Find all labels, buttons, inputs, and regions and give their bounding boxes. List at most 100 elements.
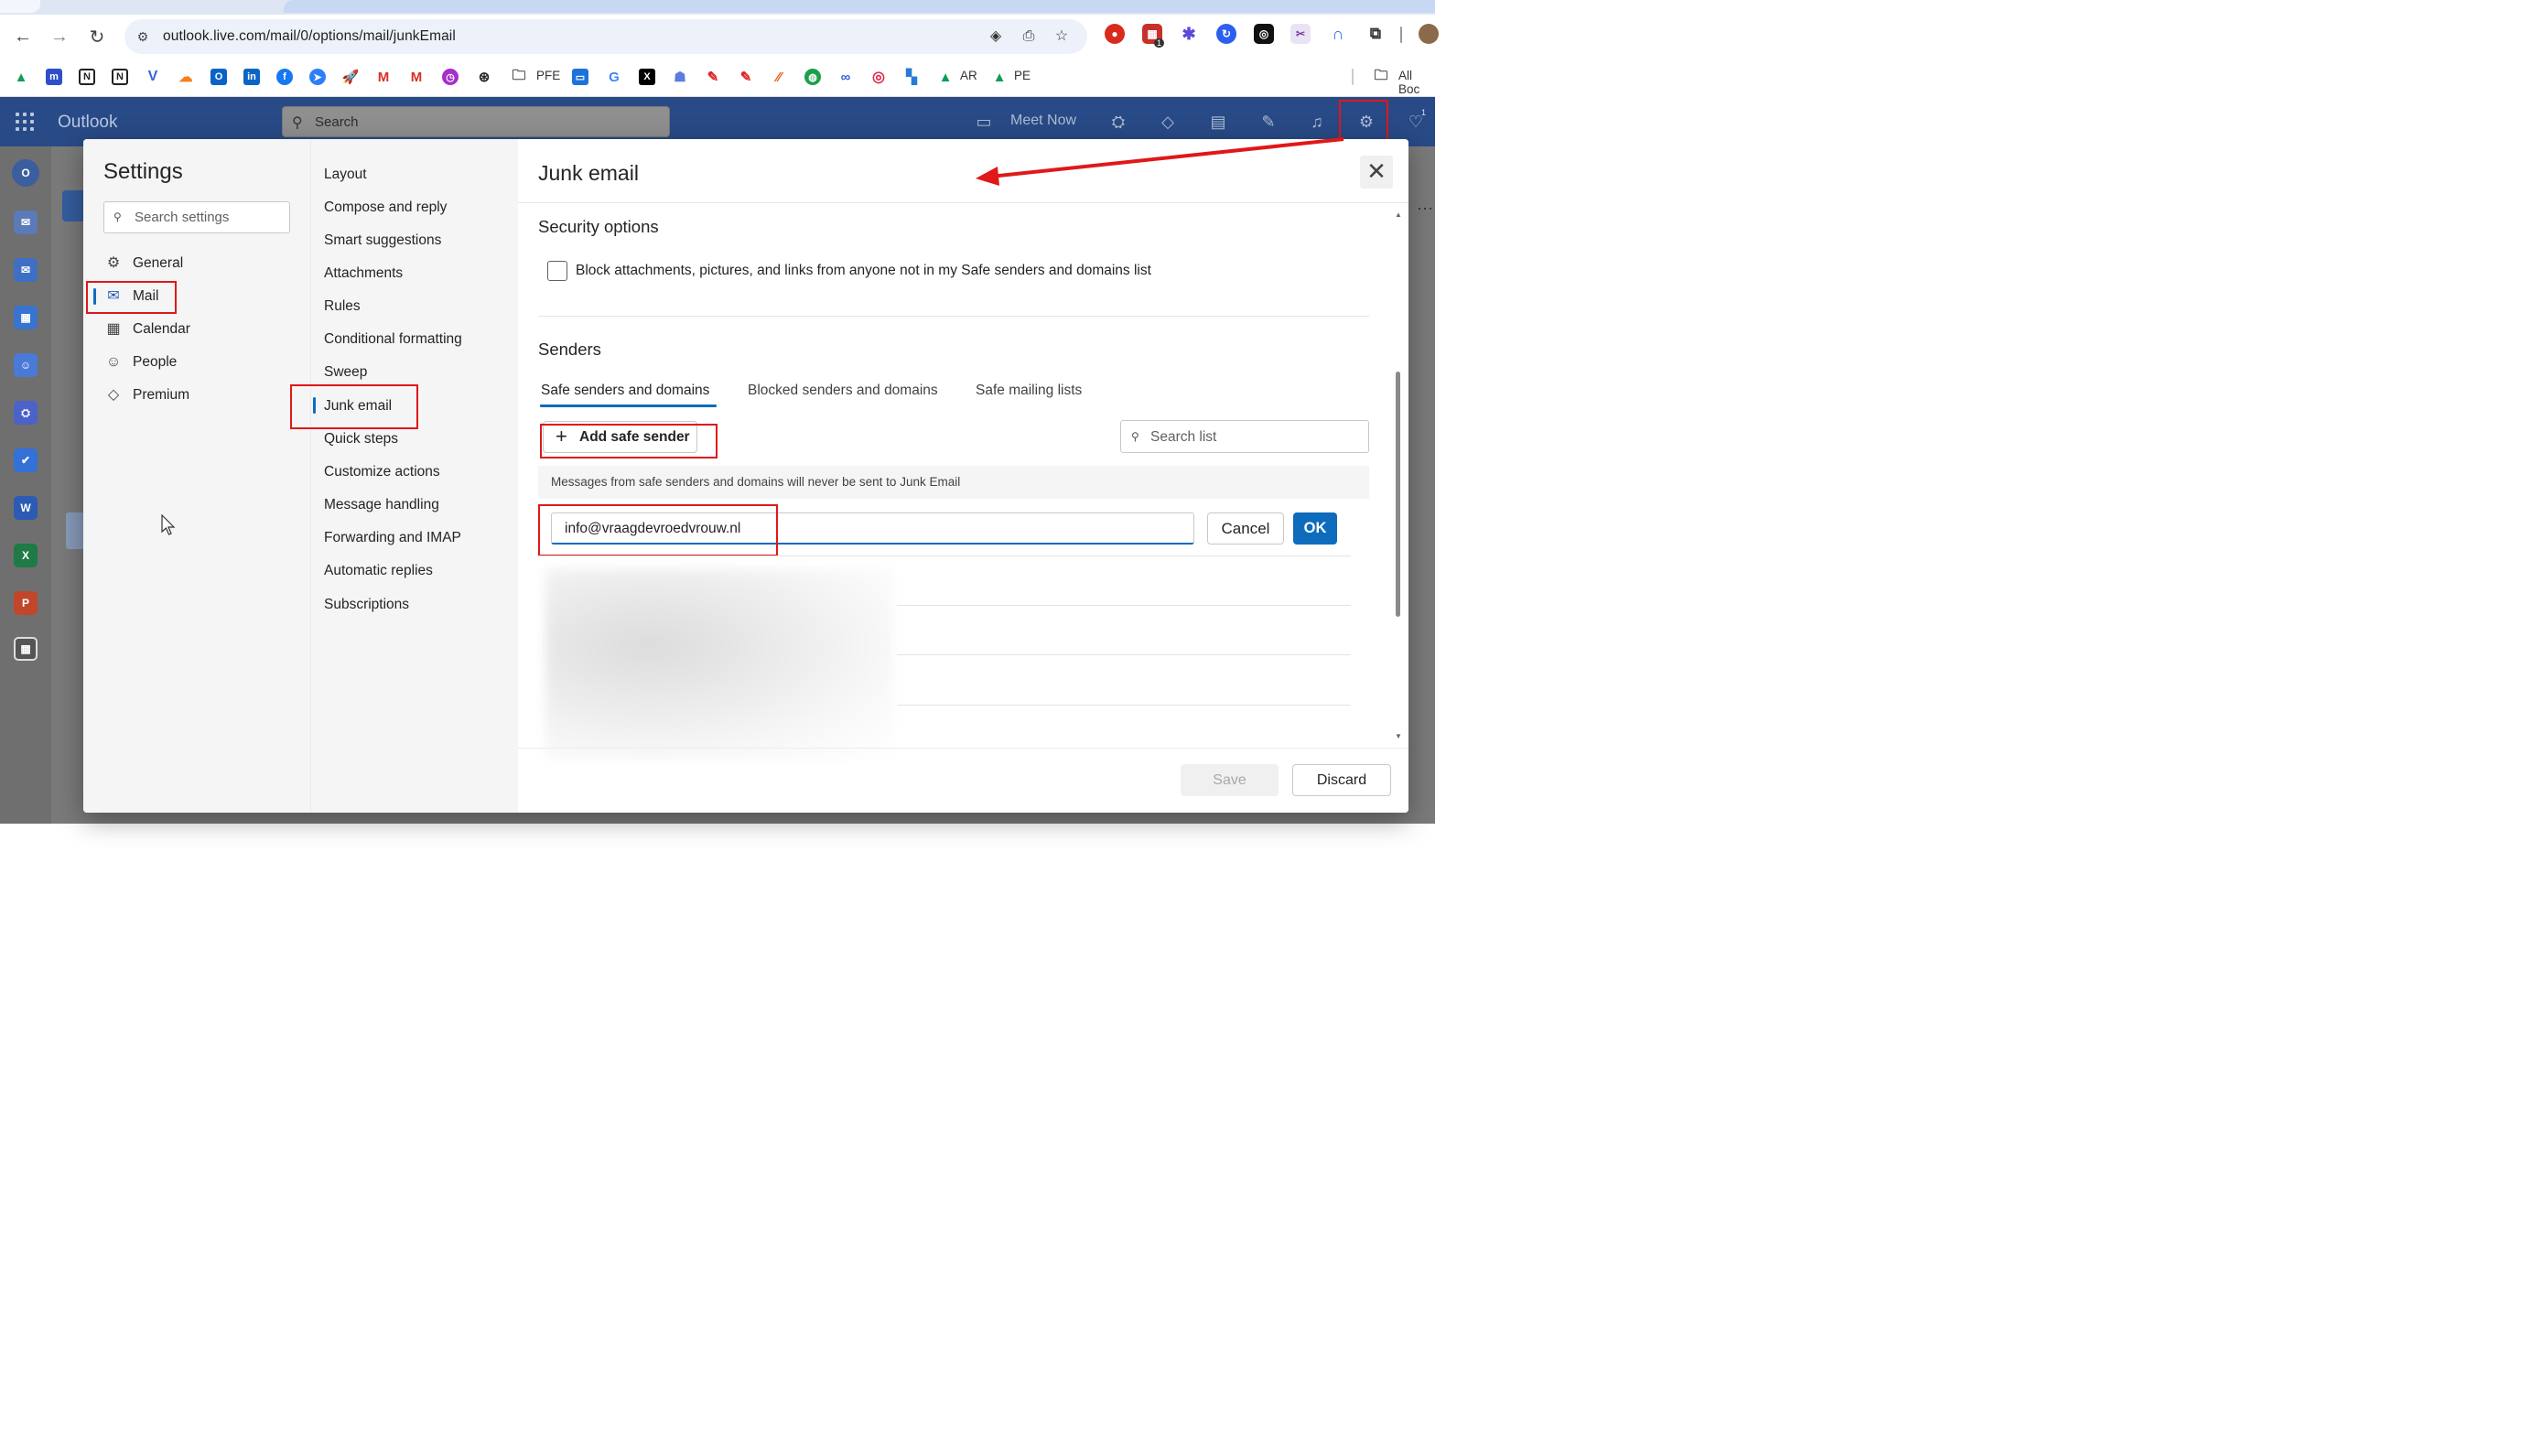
excel-icon[interactable]: X bbox=[14, 544, 38, 567]
google-bookmark-icon[interactable]: G bbox=[606, 69, 622, 85]
tab-blocked-senders[interactable]: Blocked senders and domains bbox=[748, 383, 938, 399]
notion2-bookmark-icon[interactable]: N bbox=[112, 69, 128, 85]
scrollbar-thumb[interactable] bbox=[1396, 372, 1400, 617]
save-button[interactable]: Save bbox=[1181, 764, 1279, 796]
gmail2-bookmark-icon[interactable]: M bbox=[408, 69, 425, 85]
adblock-extension-icon[interactable]: ● bbox=[1105, 24, 1125, 44]
rocket-bookmark-icon[interactable]: 🚀 bbox=[342, 69, 359, 85]
section-quick-steps[interactable]: Quick steps bbox=[324, 431, 398, 448]
category-people[interactable]: ☺ People bbox=[103, 349, 286, 376]
active-browser-tab[interactable] bbox=[284, 0, 1435, 13]
new-tab-area[interactable] bbox=[0, 0, 40, 13]
category-calendar[interactable]: ▦ Calendar bbox=[103, 316, 286, 343]
section-attachments[interactable]: Attachments bbox=[324, 265, 403, 282]
section-layout[interactable]: Layout bbox=[324, 167, 367, 183]
bookmark-ar[interactable]: AR bbox=[960, 69, 977, 82]
app-bookmark-icon[interactable]: m bbox=[46, 69, 62, 85]
reader-extension-icon[interactable]: ✂ bbox=[1290, 24, 1311, 44]
notion-bookmark-icon[interactable]: N bbox=[79, 69, 95, 85]
my-day-icon[interactable]: ✎ bbox=[1257, 112, 1279, 132]
tab-safe-mailing-lists[interactable]: Safe mailing lists bbox=[976, 383, 1082, 399]
discard-button[interactable]: Discard bbox=[1292, 764, 1391, 796]
block-attachments-checkbox[interactable] bbox=[547, 261, 567, 281]
messenger-bookmark-icon[interactable]: ➤ bbox=[309, 69, 326, 85]
settings-search-input[interactable]: ⚲ Search settings bbox=[103, 201, 290, 233]
all-bookmarks-folder-icon[interactable]: 🗀 bbox=[1373, 68, 1389, 85]
forward-button[interactable]: → bbox=[45, 22, 74, 51]
more-apps-icon[interactable]: ▦ bbox=[14, 637, 38, 661]
block-attachments-label[interactable]: Block attachments, pictures, and links f… bbox=[576, 263, 1151, 279]
gmail-bookmark-icon[interactable]: M bbox=[375, 69, 392, 85]
cloudflare-bookmark-icon[interactable]: ☁ bbox=[178, 69, 194, 85]
powerpoint-icon[interactable]: P bbox=[14, 591, 38, 615]
back-button[interactable]: ← bbox=[8, 22, 38, 51]
section-conditional-formatting[interactable]: Conditional formatting bbox=[324, 331, 462, 348]
mail-add-icon[interactable]: ✉ bbox=[14, 210, 38, 234]
section-sweep[interactable]: Sweep bbox=[324, 364, 367, 381]
red-bookmark-icon[interactable]: ✎ bbox=[705, 69, 721, 85]
category-general[interactable]: ⚙ General bbox=[103, 250, 286, 277]
app-launcher-icon[interactable] bbox=[13, 110, 37, 134]
search-list-input[interactable]: ⚲ Search list bbox=[1120, 420, 1369, 453]
word-icon[interactable]: W bbox=[14, 496, 38, 520]
section-rules[interactable]: Rules bbox=[324, 298, 361, 315]
section-customize-actions[interactable]: Customize actions bbox=[324, 464, 440, 480]
target-bookmark-icon[interactable]: ◎ bbox=[870, 69, 887, 85]
extensions-puzzle-icon[interactable]: ⧉ bbox=[1365, 24, 1386, 44]
outlook-search-box[interactable]: ⚲ Search bbox=[282, 106, 670, 137]
openai-bookmark-icon[interactable]: ⊛ bbox=[476, 69, 492, 85]
outlook-app-icon[interactable]: O bbox=[12, 159, 39, 187]
section-message-handling[interactable]: Message handling bbox=[324, 497, 439, 513]
lens-icon[interactable]: ◈ bbox=[987, 27, 1005, 46]
x-bookmark-icon[interactable]: X bbox=[639, 69, 655, 85]
folder-pfe-icon[interactable]: 🗀 bbox=[511, 68, 527, 85]
scroll-up-icon[interactable]: ▲ bbox=[1395, 210, 1402, 219]
groups-rail-icon[interactable]: ⛭ bbox=[14, 401, 38, 425]
section-compose-and-reply[interactable]: Compose and reply bbox=[324, 200, 447, 216]
asterisk-extension-icon[interactable]: ✱ bbox=[1179, 24, 1199, 44]
shortcut-extension-icon[interactable]: ↻ bbox=[1216, 24, 1236, 44]
chatgpt-extension-icon[interactable]: ◎ bbox=[1254, 24, 1274, 44]
puzzle-bookmark-icon[interactable]: ☗ bbox=[672, 69, 688, 85]
drive-pe-bookmark-icon[interactable]: ▲ bbox=[991, 69, 1008, 85]
notifications-bell-icon[interactable]: ♫ bbox=[1306, 112, 1328, 132]
video-camera-icon[interactable]: ▭ bbox=[973, 112, 995, 132]
drive-ar-bookmark-icon[interactable]: ▲ bbox=[937, 69, 954, 85]
address-bar[interactable]: ⚙ outlook.live.com/mail/0/options/mail/j… bbox=[124, 19, 1087, 54]
people-rail-icon[interactable]: ☺ bbox=[14, 353, 38, 377]
install-app-icon[interactable]: ⎙ bbox=[1020, 27, 1038, 46]
address-bar-url[interactable]: outlook.live.com/mail/0/options/mail/jun… bbox=[163, 28, 456, 45]
todo-check-icon[interactable]: ✔ bbox=[14, 448, 38, 472]
v-bookmark-icon[interactable]: V bbox=[145, 69, 161, 85]
scroll-down-icon[interactable]: ▼ bbox=[1395, 732, 1402, 740]
outlook-brand[interactable]: Outlook bbox=[58, 113, 117, 133]
ok-button[interactable]: OK bbox=[1293, 512, 1337, 545]
cancel-button[interactable]: Cancel bbox=[1207, 512, 1284, 545]
link-bookmark-icon[interactable]: ∞ bbox=[837, 69, 854, 85]
clock-bookmark-icon[interactable]: ◷ bbox=[442, 69, 459, 85]
close-button[interactable]: ✕ bbox=[1360, 156, 1393, 189]
teams-icon[interactable]: ⛭ bbox=[1107, 112, 1129, 132]
onenote-icon[interactable]: ▤ bbox=[1207, 112, 1229, 132]
green-bookmark-icon[interactable]: ◍ bbox=[804, 69, 821, 85]
category-premium[interactable]: ◇ Premium bbox=[103, 382, 286, 409]
google-drive-bookmark-icon[interactable]: ▲ bbox=[13, 69, 29, 85]
facebook-bookmark-icon[interactable]: f bbox=[276, 69, 293, 85]
meet-now-button[interactable]: Meet Now bbox=[1010, 113, 1076, 129]
arc-extension-icon[interactable]: ∩ bbox=[1328, 24, 1348, 44]
chat-bookmark-icon[interactable]: ▭ bbox=[572, 69, 588, 85]
section-automatic-replies[interactable]: Automatic replies bbox=[324, 563, 433, 579]
bookmark-star-icon[interactable]: ☆ bbox=[1052, 27, 1071, 46]
tab-safe-senders[interactable]: Safe senders and domains bbox=[541, 383, 709, 399]
blocks-bookmark-icon[interactable]: ▚ bbox=[903, 69, 920, 85]
section-forwarding-and-imap[interactable]: Forwarding and IMAP bbox=[324, 530, 461, 546]
linkedin-bookmark-icon[interactable]: in bbox=[243, 69, 260, 85]
section-smart-suggestions[interactable]: Smart suggestions bbox=[324, 232, 441, 249]
mail-rail-icon[interactable]: ✉ bbox=[14, 258, 38, 282]
pane-scrollbar[interactable]: ▲ ▼ bbox=[1395, 210, 1402, 741]
outlook-bookmark-icon[interactable]: O bbox=[210, 69, 227, 85]
site-info-icon[interactable]: ⚙ bbox=[134, 27, 152, 46]
premium-diamond-icon[interactable]: ◇ bbox=[1157, 112, 1179, 132]
bookmark-pe[interactable]: PE bbox=[1014, 69, 1031, 82]
section-subscriptions[interactable]: Subscriptions bbox=[324, 597, 409, 613]
